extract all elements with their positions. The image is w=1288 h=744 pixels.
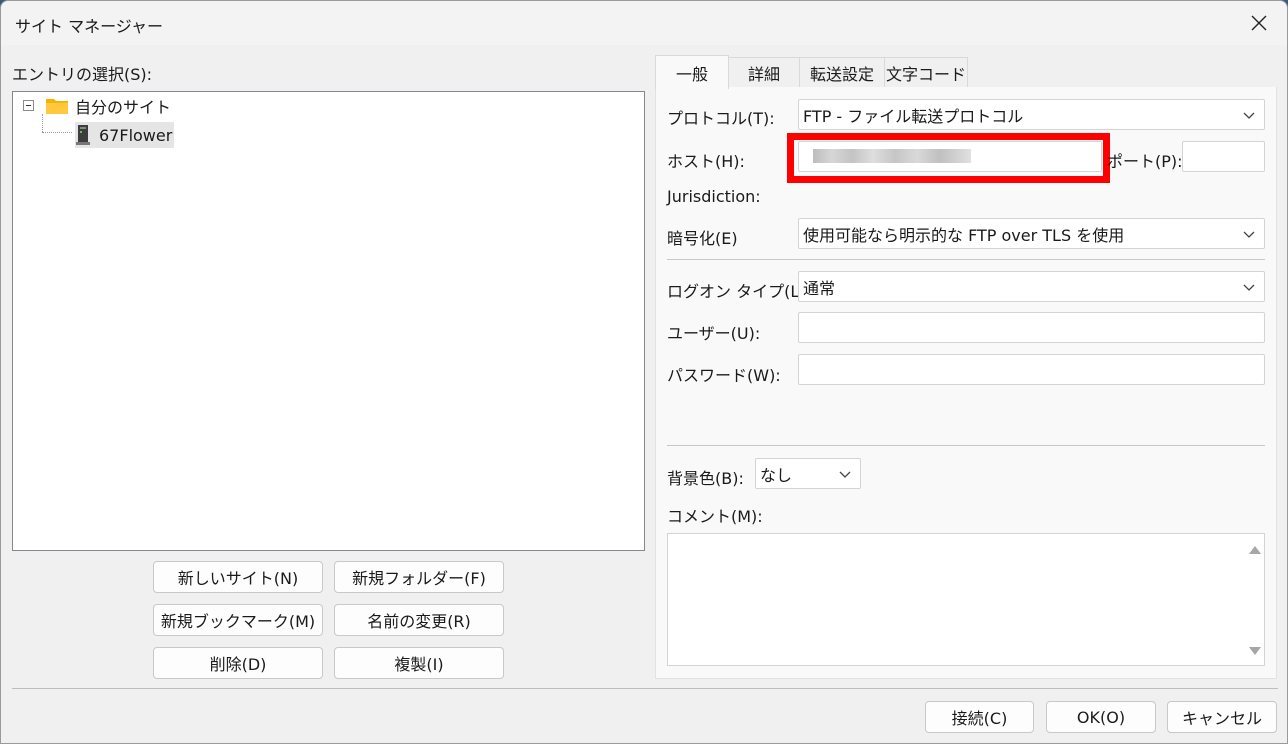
scroll-down-icon[interactable]	[1249, 647, 1261, 655]
separator	[667, 445, 1265, 446]
password-label: パスワード(W):	[667, 366, 781, 385]
connect-button[interactable]: 接続(C)	[925, 701, 1034, 733]
protocol-value: FTP - ファイル転送プロトコル	[803, 106, 1024, 126]
port-input[interactable]	[1182, 141, 1265, 172]
footer-separator	[12, 688, 1278, 689]
comment-scrollbar[interactable]	[1246, 538, 1262, 663]
tab-advanced[interactable]: 詳細	[728, 57, 800, 88]
tab-charset[interactable]: 文字コード	[884, 57, 968, 88]
title-bar: サイト マネージャー	[1, 1, 1287, 45]
tree-item-my-sites[interactable]: 自分のサイト	[45, 93, 171, 119]
collapse-toggle[interactable]	[23, 100, 34, 111]
tree-item-67flower[interactable]: 67Flower	[75, 122, 175, 148]
entry-select-label: エントリの選択(S):	[12, 65, 153, 84]
server-icon	[76, 125, 90, 145]
encryption-select[interactable]: 使用可能なら明示的な FTP over TLS を使用	[798, 218, 1265, 249]
logon-type-select[interactable]: 通常	[798, 271, 1265, 302]
close-button[interactable]	[1241, 7, 1277, 39]
user-label: ユーザー(U):	[667, 324, 761, 343]
scroll-up-icon[interactable]	[1249, 546, 1261, 554]
site-tree[interactable]: 自分のサイト 67Flower	[12, 91, 645, 551]
new-folder-button[interactable]: 新規フォルダー(F)	[334, 561, 504, 593]
tree-connector	[42, 132, 72, 133]
protocol-label: プロトコル(T):	[667, 109, 775, 128]
logon-type-value: 通常	[803, 278, 836, 298]
folder-icon	[46, 99, 68, 114]
password-input[interactable]	[798, 354, 1265, 385]
rename-button[interactable]: 名前の変更(R)	[334, 604, 504, 636]
comment-label: コメント(M):	[667, 507, 763, 526]
encryption-label: 暗号化(E)	[667, 229, 738, 248]
tab-general[interactable]: 一般	[655, 55, 729, 89]
close-icon	[1251, 15, 1267, 31]
chevron-down-icon	[1243, 284, 1255, 291]
bgcolor-select[interactable]: なし	[755, 458, 861, 489]
encryption-value: 使用可能なら明示的な FTP over TLS を使用	[803, 225, 1125, 245]
chevron-down-icon	[1243, 231, 1255, 238]
window-title: サイト マネージャー	[15, 17, 163, 36]
user-input[interactable]	[798, 312, 1265, 343]
tree-connector	[42, 114, 43, 132]
highlight-box	[787, 133, 1110, 183]
port-label: ポート(P):	[1107, 152, 1183, 171]
bgcolor-value: なし	[760, 465, 793, 485]
tree-item-label: 67Flower	[99, 125, 173, 145]
separator	[667, 259, 1265, 260]
chevron-down-icon	[839, 471, 851, 478]
duplicate-button[interactable]: 複製(I)	[334, 647, 504, 679]
logon-type-label: ログオン タイプ(L):	[667, 282, 811, 301]
delete-button[interactable]: 削除(D)	[153, 647, 323, 679]
tab-transfer-settings[interactable]: 転送設定	[799, 57, 885, 88]
site-manager-window: サイト マネージャー エントリの選択(S): 自分のサイト 67Flower 新…	[0, 0, 1288, 744]
ok-button[interactable]: OK(O)	[1046, 701, 1156, 733]
jurisdiction-label: Jurisdiction:	[667, 187, 761, 206]
bgcolor-label: 背景色(B):	[667, 469, 744, 488]
comment-textarea[interactable]	[667, 533, 1265, 666]
tree-item-label: 自分のサイト	[75, 98, 172, 117]
chevron-down-icon	[1243, 112, 1255, 119]
cancel-button[interactable]: キャンセル	[1167, 701, 1277, 733]
host-label: ホスト(H):	[667, 152, 745, 171]
protocol-select[interactable]: FTP - ファイル転送プロトコル	[798, 99, 1265, 130]
new-site-button[interactable]: 新しいサイト(N)	[153, 561, 323, 593]
new-bookmark-button[interactable]: 新規ブックマーク(M)	[153, 604, 323, 636]
